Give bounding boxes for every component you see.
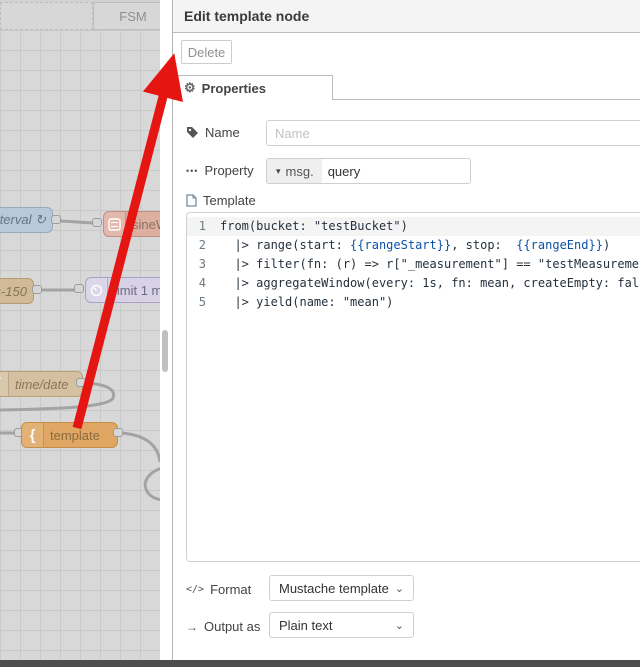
port-ms150-out[interactable] bbox=[32, 285, 42, 294]
line-number: 4 bbox=[198, 276, 206, 290]
template-field-label: Template bbox=[186, 193, 256, 208]
node-label: sineW bbox=[132, 216, 160, 232]
screenshot-stage: FSM interval ↻ sineW bbox=[0, 0, 640, 667]
node-interval[interactable]: interval ↻ bbox=[0, 207, 53, 233]
scrollbar-thumb[interactable] bbox=[162, 330, 168, 372]
port-limit-in[interactable] bbox=[74, 284, 84, 293]
panel-header: Edit template node bbox=[173, 0, 640, 33]
node-ms150[interactable]: s-150 bbox=[0, 278, 34, 304]
node-label: time/date bbox=[15, 376, 69, 392]
node-label: interval ↻ bbox=[0, 212, 46, 227]
property-prefix: msg. bbox=[285, 163, 314, 179]
port-interval-out[interactable] bbox=[51, 215, 61, 224]
code-text: |> range(start: {{rangeStart}}, stop: {{… bbox=[220, 238, 611, 252]
port-timedate-out[interactable] bbox=[76, 378, 86, 387]
line-number: 3 bbox=[198, 257, 206, 271]
node-template[interactable]: { template bbox=[21, 422, 118, 448]
code-line: 5 |> yield(name: "mean") bbox=[187, 293, 640, 312]
code-text: |> filter(fn: (r) => r["_measurement"] =… bbox=[220, 257, 640, 271]
arrow-right-icon: → bbox=[186, 619, 198, 634]
tag-icon bbox=[186, 126, 199, 139]
delete-button[interactable]: Delete bbox=[181, 40, 232, 64]
port-sinewave-in[interactable] bbox=[92, 218, 102, 227]
wave-generator-icon bbox=[104, 212, 126, 236]
template-code-editor[interactable]: 1 from(bucket: "testBucket") 2 |> range(st… bbox=[186, 212, 640, 562]
tab-properties[interactable]: ⚙ Properties bbox=[173, 75, 333, 100]
property-label-text: Property bbox=[204, 163, 254, 178]
chevron-down-icon: ⌄ bbox=[394, 582, 404, 595]
code-line: 3 |> filter(fn: (r) => r["_measurement"]… bbox=[187, 255, 640, 274]
code-line: 1 from(bucket: "testBucket") bbox=[187, 217, 640, 236]
code-text: from(bucket: "testBucket") bbox=[220, 219, 408, 233]
format-select-value: Mustache template bbox=[279, 580, 389, 596]
code-brackets-icon: </> bbox=[186, 584, 205, 595]
chevron-down-icon: ⌄ bbox=[394, 619, 404, 632]
output-label-text: Output as bbox=[204, 619, 261, 634]
line-number: 5 bbox=[198, 295, 206, 309]
format-field-label: </> Format bbox=[186, 582, 251, 597]
node-label: template bbox=[50, 427, 100, 443]
chevron-down-icon: ▾ bbox=[276, 165, 281, 176]
name-label-text: Name bbox=[205, 125, 240, 140]
line-number: 2 bbox=[198, 238, 206, 252]
canvas-vertical-scrollbar bbox=[160, 0, 172, 661]
gauge-icon bbox=[86, 278, 108, 302]
code-text: |> yield(name: "mean") bbox=[220, 295, 394, 309]
canvas-grid bbox=[0, 30, 160, 661]
property-value: query bbox=[327, 163, 361, 179]
code-line: 4 |> aggregateWindow(every: 1s, fn: mean… bbox=[187, 274, 640, 293]
tab-properties-label: Properties bbox=[201, 80, 266, 96]
format-select[interactable]: Mustache template ⌄ bbox=[269, 575, 414, 601]
code-line: 2 |> range(start: {{rangeStart}}, stop: … bbox=[187, 236, 640, 255]
gear-icon: ⚙ bbox=[184, 80, 196, 95]
workspace-tabbar: FSM bbox=[0, 0, 160, 30]
node-limit[interactable]: limit 1 ms bbox=[85, 277, 160, 303]
footer-bar bbox=[0, 660, 640, 667]
node-label: limit 1 ms bbox=[114, 282, 160, 298]
output-select-value: Plain text bbox=[279, 617, 333, 633]
name-input[interactable] bbox=[266, 120, 640, 146]
workspace-tab-fsm[interactable]: FSM bbox=[93, 2, 160, 30]
port-template-out[interactable] bbox=[113, 428, 123, 437]
node-label: s-150 bbox=[0, 283, 27, 299]
ellipsis-icon: ••• bbox=[186, 165, 199, 176]
output-field-label: → Output as bbox=[186, 619, 260, 634]
edit-node-panel: Edit template node Delete ⚙ Properties N… bbox=[172, 0, 640, 661]
flow-canvas[interactable]: FSM interval ↻ sineW bbox=[0, 0, 160, 661]
node-sinewave[interactable]: sineW bbox=[103, 211, 160, 237]
property-type-button[interactable]: ▾ msg. bbox=[267, 159, 322, 183]
panel-tabstrip: ⚙ Properties bbox=[173, 75, 640, 100]
template-label-text: Template bbox=[203, 193, 256, 208]
mustache-brace-icon: { bbox=[22, 423, 44, 447]
format-label-text: Format bbox=[210, 582, 252, 597]
function-icon: f bbox=[0, 372, 9, 396]
code-text: |> aggregateWindow(every: 1s, fn: mean, … bbox=[220, 276, 640, 290]
workspace-tab-current[interactable] bbox=[0, 2, 93, 30]
panel-title: Edit template node bbox=[184, 8, 310, 24]
node-timedate[interactable]: f time/date bbox=[0, 371, 83, 397]
property-field-label: ••• Property bbox=[186, 163, 254, 178]
name-field-label: Name bbox=[186, 125, 240, 140]
property-typed-input[interactable]: ▾ msg. query bbox=[266, 158, 471, 184]
line-number: 1 bbox=[198, 219, 206, 233]
workspace-tab-label: FSM bbox=[119, 8, 147, 24]
output-as-select[interactable]: Plain text ⌄ bbox=[269, 612, 414, 638]
document-icon bbox=[186, 194, 197, 207]
